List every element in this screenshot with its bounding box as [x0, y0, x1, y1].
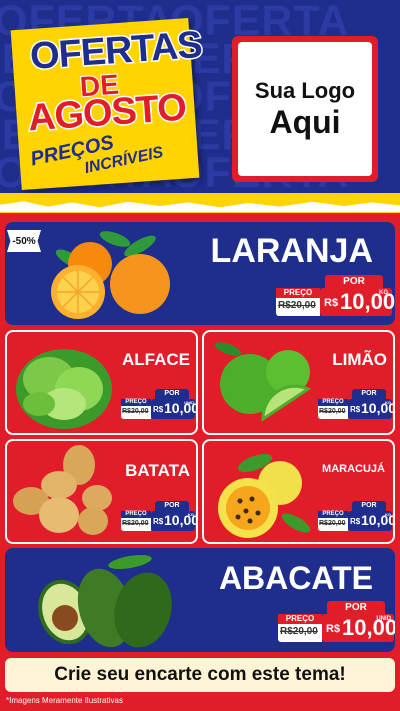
lime-image [214, 342, 312, 422]
new-price-box: R$ 10,00 UNID [151, 399, 196, 419]
por-label: POR [352, 501, 386, 511]
preco-label: PREÇO [318, 399, 348, 406]
currency: R$ [153, 517, 164, 526]
preco-label: PREÇO [318, 511, 348, 518]
currency: R$ [350, 405, 361, 414]
por-label: POR [155, 389, 189, 399]
passion-fruit-image [218, 453, 311, 538]
old-price: R$20,00 [122, 408, 149, 415]
header-banner: OFERTA OFERTA OFERTA OFERTA OFERTA OFERT… [0, 0, 400, 205]
product-card-abacate[interactable]: ABACATE POR PREÇO R$20,00 R$ 10,00 UNID [5, 548, 395, 652]
por-label: POR [325, 275, 383, 288]
por-label: POR [327, 601, 385, 614]
product-name: ABACATE [218, 560, 373, 596]
unit: KG [385, 400, 391, 405]
cta-banner[interactable]: Crie seu encarte com este tema! [5, 658, 395, 692]
product-card-maracuja[interactable]: MARACUJÁ POR PREÇO R$20,00 R$ 10,00 KG [202, 439, 395, 544]
product-card-limao[interactable]: LIMÃO POR PREÇO R$20,00 R$ 10,00 KG [202, 330, 395, 435]
discount-badge: -50% [7, 230, 41, 252]
new-price-box: R$ 10,00 KG [348, 399, 393, 419]
product-card-alface[interactable]: ALFACE POR PREÇO R$20,00 R$ 10,00 UNID [5, 330, 198, 435]
logo-text-line1: Sua Logo [254, 77, 356, 103]
new-price-box: R$ 10,00 KG [151, 511, 196, 531]
old-price: R$20,00 [319, 408, 346, 415]
old-price: R$20,00 [280, 626, 318, 637]
unit: UNID [184, 400, 194, 405]
old-price: R$20,00 [278, 300, 316, 311]
old-price-box: PREÇO R$20,00 [278, 614, 322, 642]
product-name: LARANJA [210, 232, 373, 270]
preco-label: PREÇO [278, 614, 322, 624]
logo-text-line2: Aqui [269, 103, 341, 140]
product-name: BATATA [125, 461, 190, 480]
lettuce-image [16, 349, 112, 429]
potato-image [13, 445, 112, 535]
unit: KG [385, 512, 391, 517]
old-price-box: PREÇO R$20,00 [318, 399, 348, 419]
new-price-box: R$ 10,00 KG [320, 288, 395, 316]
new-price-box: R$ 10,00 KG [348, 511, 393, 531]
preco-label: PREÇO [121, 399, 151, 406]
currency: R$ [324, 297, 339, 309]
unit: UNID [376, 616, 391, 622]
unit: KG [188, 512, 194, 517]
disclaimer-text: *Imagens Meramente Ilustrativas [6, 696, 123, 705]
old-price-box: PREÇO R$20,00 [276, 288, 320, 316]
old-price-box: PREÇO R$20,00 [121, 511, 151, 531]
currency: R$ [326, 623, 341, 635]
old-price: R$20,00 [319, 520, 346, 527]
avocado-image [38, 554, 172, 648]
old-price-box: PREÇO R$20,00 [318, 511, 348, 531]
product-name: LIMÃO [332, 350, 387, 369]
product-name: MARACUJÁ [322, 463, 385, 475]
por-label: POR [352, 389, 386, 399]
product-name: ALFACE [122, 350, 190, 369]
currency: R$ [350, 517, 361, 526]
currency: R$ [153, 405, 164, 414]
product-card-laranja[interactable]: LARANJA POR PREÇO R$20,00 R$ 10,00 KG [5, 222, 395, 325]
old-price-box: PREÇO R$20,00 [121, 399, 151, 419]
logo-placeholder: Sua Logo Aqui [232, 36, 378, 182]
preco-label: PREÇO [121, 511, 151, 518]
old-price: R$20,00 [122, 520, 149, 527]
preco-label: PREÇO [276, 288, 320, 298]
por-label: POR [155, 501, 189, 511]
orange-image [51, 231, 170, 319]
new-price-box: R$ 10,00 UNID [322, 614, 395, 642]
product-card-batata[interactable]: BATATA POR PREÇO R$20,00 R$ 10,00 KG [5, 439, 198, 544]
unit: KG [379, 290, 388, 296]
